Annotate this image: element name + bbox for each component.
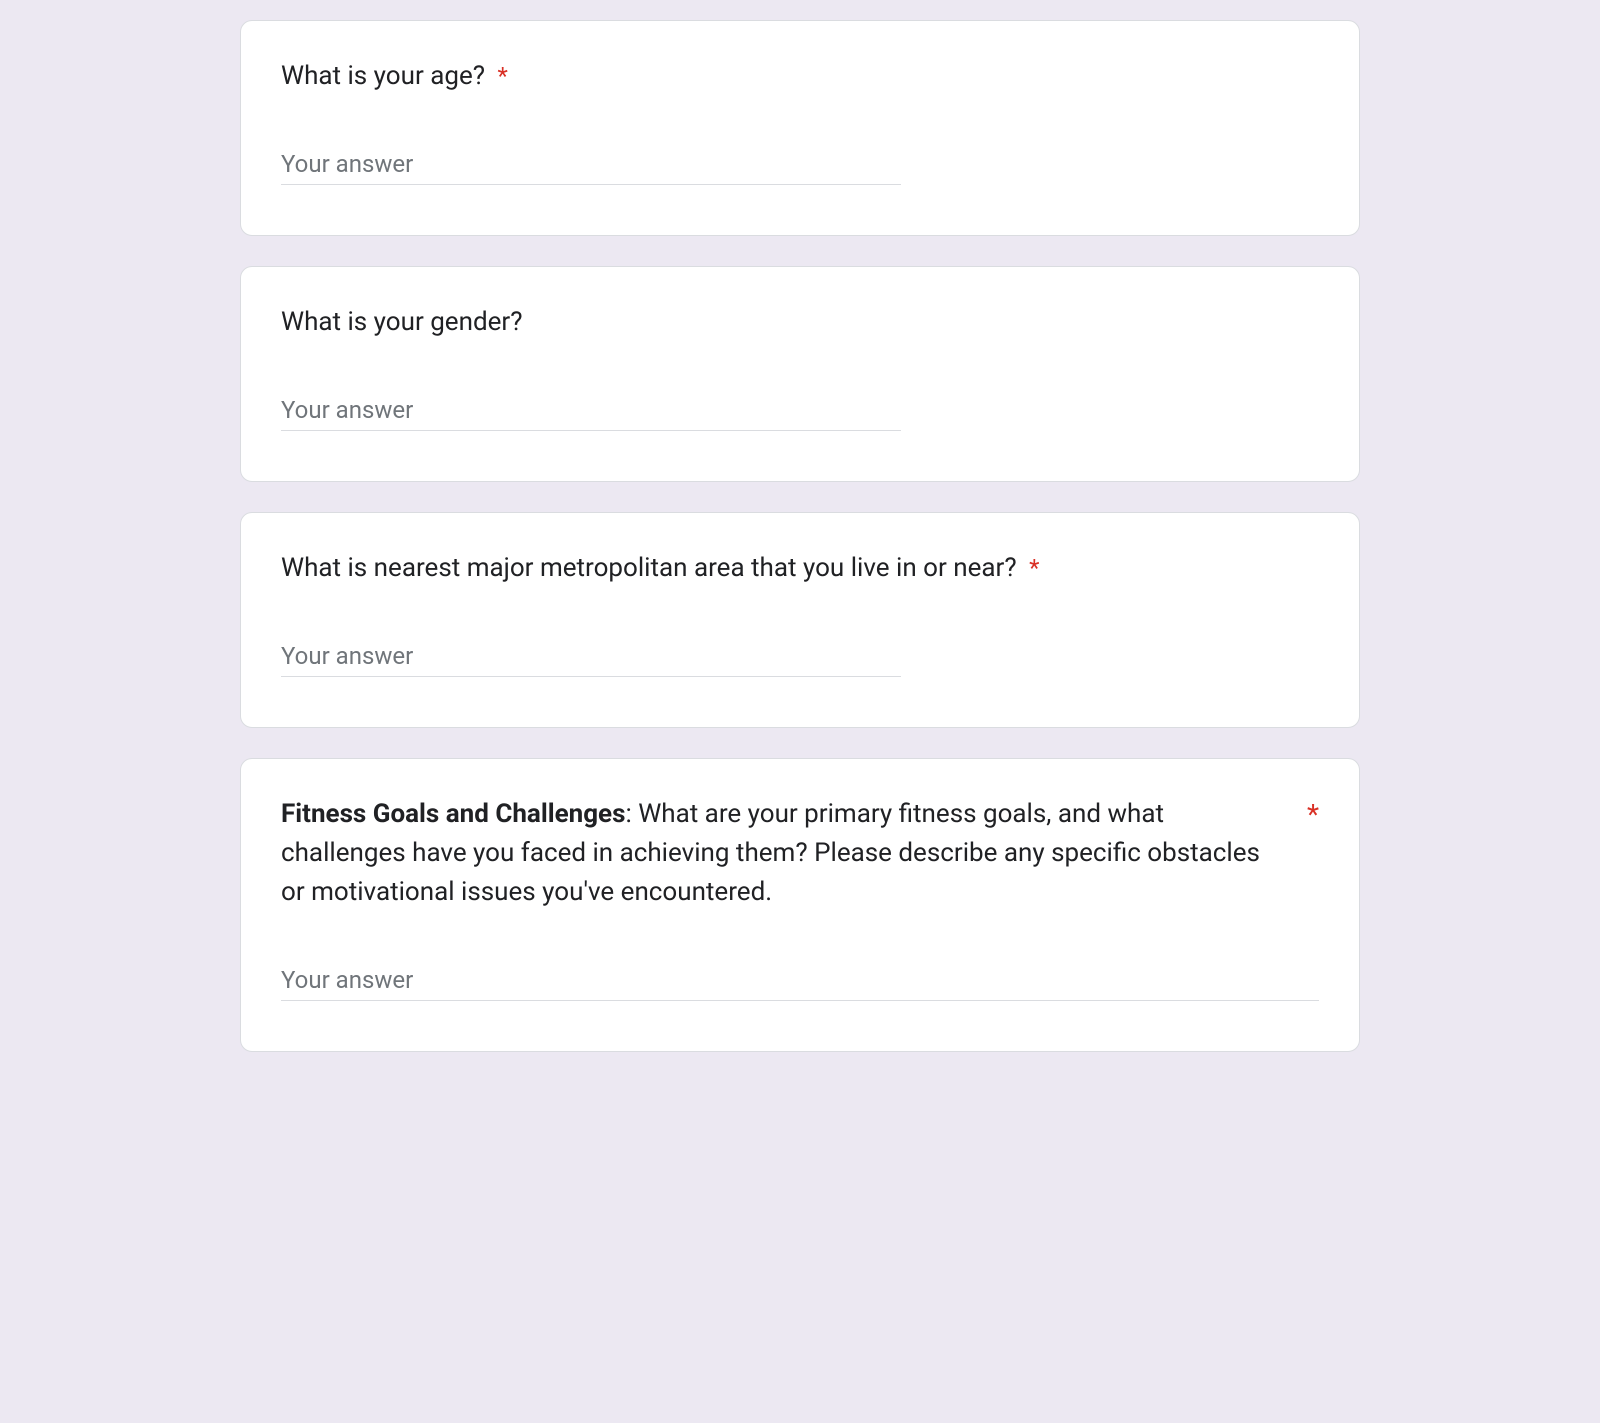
- form-container: What is your age? * What is your gender?…: [110, 20, 1490, 1052]
- question-bold-prefix: Fitness Goals and Challenges: [281, 799, 625, 829]
- age-input[interactable]: [281, 144, 901, 185]
- question-card-age: What is your age? *: [240, 20, 1360, 236]
- question-label: What is your gender?: [281, 307, 523, 337]
- question-header: What is your age? *: [281, 57, 1319, 96]
- question-header: Fitness Goals and Challenges: What are y…: [281, 795, 1319, 912]
- gender-input[interactable]: [281, 390, 901, 431]
- fitness-goals-input[interactable]: [281, 960, 1319, 1001]
- required-star-icon: *: [497, 62, 507, 90]
- question-header: What is nearest major metropolitan area …: [281, 549, 1319, 588]
- question-label: What is your age?: [281, 61, 485, 91]
- metro-input[interactable]: [281, 636, 901, 677]
- question-title: What is your gender?: [281, 303, 1319, 342]
- question-title: What is your age? *: [281, 57, 1319, 96]
- question-card-fitness-goals: Fitness Goals and Challenges: What are y…: [240, 758, 1360, 1052]
- required-star-icon: *: [1029, 554, 1039, 582]
- question-header: What is your gender?: [281, 303, 1319, 342]
- question-card-gender: What is your gender?: [240, 266, 1360, 482]
- question-card-metro: What is nearest major metropolitan area …: [240, 512, 1360, 728]
- required-star-icon: *: [1307, 795, 1319, 834]
- question-title: What is nearest major metropolitan area …: [281, 549, 1319, 588]
- question-title: Fitness Goals and Challenges: What are y…: [281, 795, 1267, 912]
- question-label: What is nearest major metropolitan area …: [281, 553, 1017, 583]
